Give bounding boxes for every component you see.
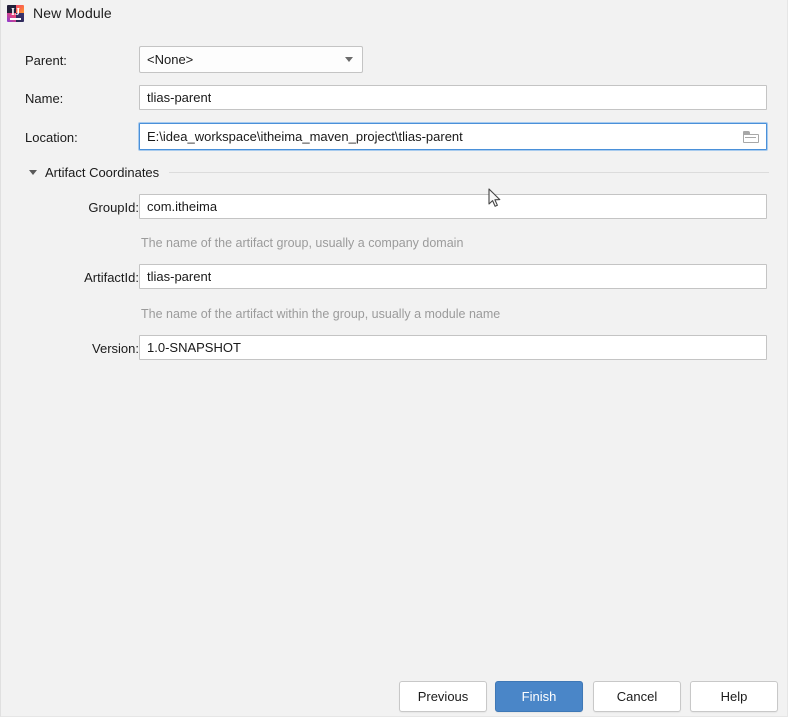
dialog-title: New Module	[33, 5, 112, 21]
parent-combobox[interactable]: <None>	[139, 46, 363, 73]
name-value: tlias-parent	[147, 90, 212, 105]
name-input[interactable]: tlias-parent	[139, 85, 767, 110]
artifactid-value: tlias-parent	[147, 269, 212, 284]
parent-value: <None>	[147, 52, 194, 67]
section-divider	[169, 171, 769, 173]
previous-button[interactable]: Previous	[399, 681, 487, 712]
help-button[interactable]: Help	[690, 681, 778, 712]
version-input[interactable]: 1.0-SNAPSHOT	[139, 335, 767, 360]
parent-label: Parent:	[25, 53, 67, 68]
groupid-hint: The name of the artifact group, usually …	[141, 236, 464, 250]
location-label: Location:	[25, 130, 78, 145]
chevron-down-icon	[345, 57, 353, 62]
location-value: E:\idea_workspace\itheima_maven_project\…	[147, 129, 463, 144]
groupid-label: GroupId:	[88, 200, 139, 215]
version-value: 1.0-SNAPSHOT	[147, 340, 241, 355]
groupid-value: com.itheima	[147, 199, 218, 214]
version-label: Version:	[92, 341, 139, 356]
artifactid-label: ArtifactId:	[84, 270, 139, 285]
dialog-button-bar: Previous Finish Cancel Help	[1, 681, 788, 715]
groupid-input[interactable]: com.itheima	[139, 194, 767, 219]
location-input[interactable]: E:\idea_workspace\itheima_maven_project\…	[139, 123, 767, 150]
artifactid-hint: The name of the artifact within the grou…	[141, 307, 501, 321]
triangle-down-icon	[29, 169, 37, 175]
name-label: Name:	[25, 91, 64, 106]
intellij-idea-icon: IJ	[7, 4, 24, 22]
artifact-coordinates-label: Artifact Coordinates	[45, 164, 160, 180]
location-browse-button[interactable]	[741, 128, 761, 146]
dialog-title-bar: IJ New Module	[1, 0, 788, 26]
finish-button[interactable]: Finish	[495, 681, 583, 712]
cancel-button[interactable]: Cancel	[593, 681, 681, 712]
folder-icon	[743, 131, 759, 143]
new-module-dialog: IJ New Module Parent: <None> Name: tlias…	[0, 0, 788, 717]
artifact-coordinates-section-header[interactable]: Artifact Coordinates	[29, 163, 769, 181]
artifactid-input[interactable]: tlias-parent	[139, 264, 767, 289]
